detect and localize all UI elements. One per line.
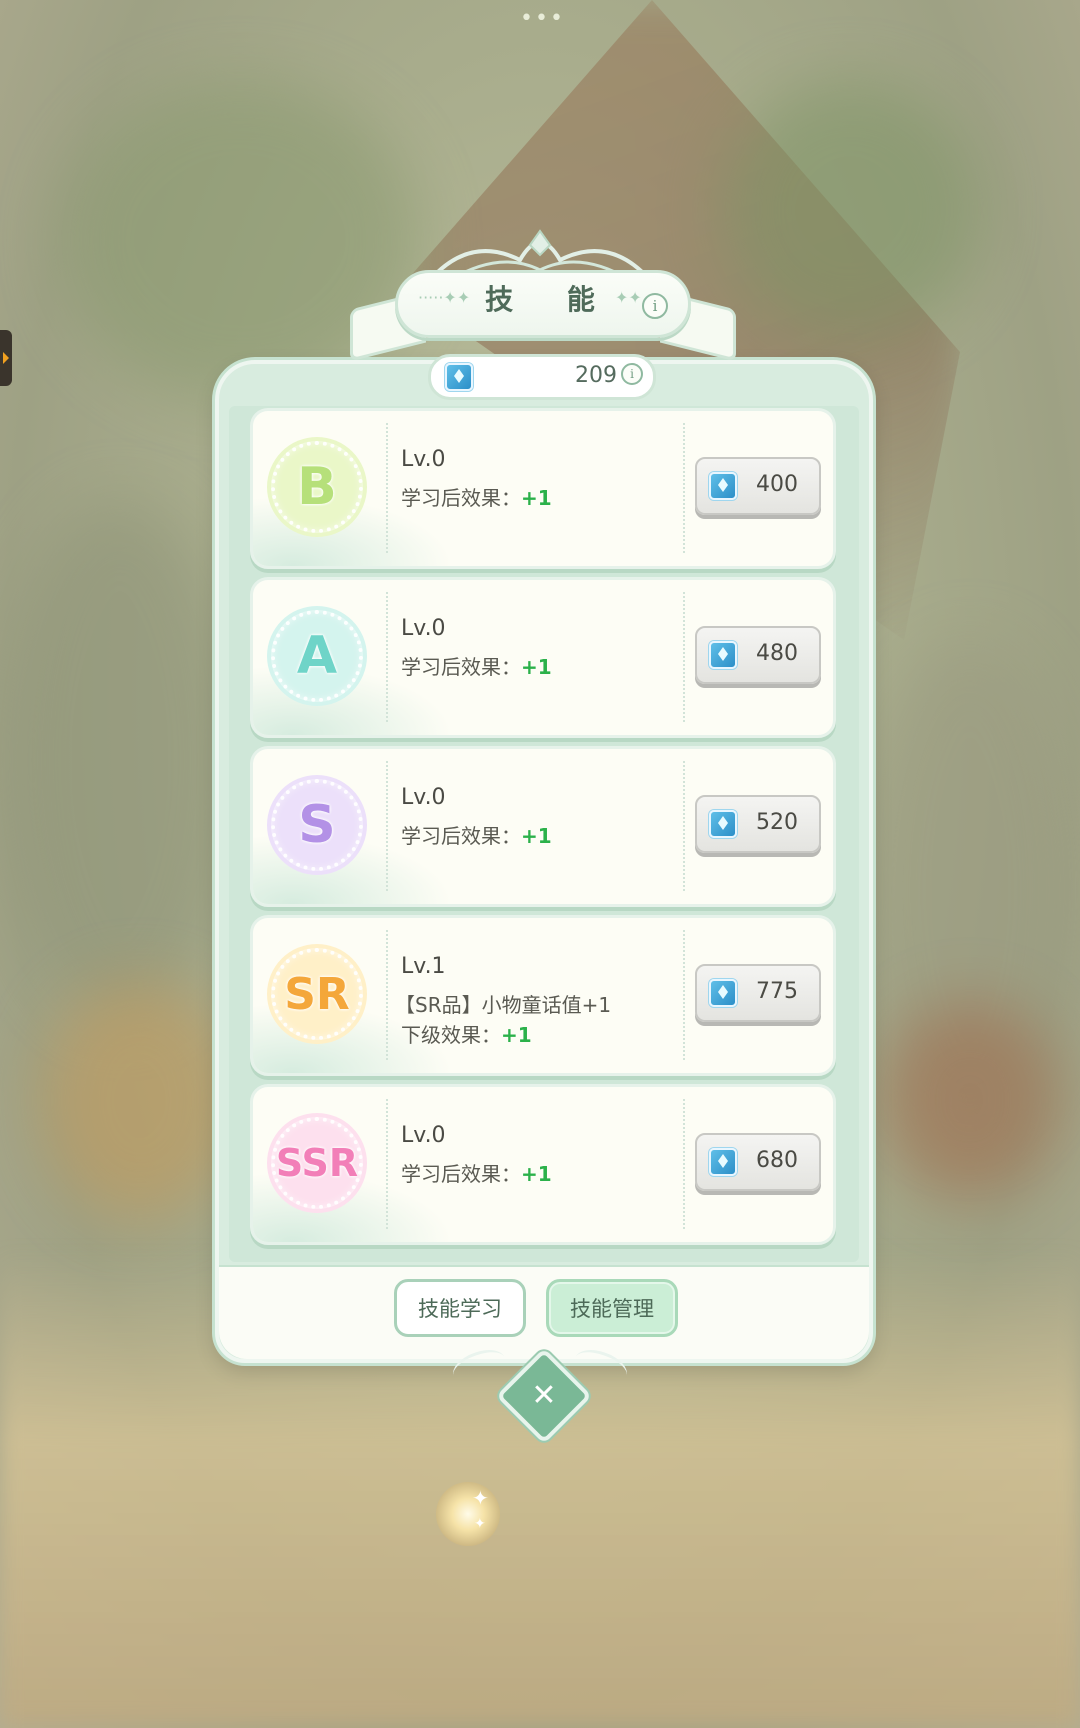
skill-level: Lv.0 [401, 616, 446, 641]
currency-amount: 209 [575, 363, 617, 388]
skill-effect-label: 下级效果： [401, 1023, 501, 1047]
skill-manage-button[interactable]: 技能管理 [546, 1279, 678, 1337]
close-icon[interactable]: ✕ [510, 1366, 578, 1426]
grade-label: SSR [275, 1141, 359, 1185]
grade-badge: S [271, 779, 363, 871]
sparkle-orb-icon[interactable]: ✦ ✦ [436, 1482, 500, 1546]
card-divider [386, 930, 388, 1060]
skill-price: 400 [756, 472, 798, 497]
skill-price: 480 [756, 641, 798, 666]
grade-label: S [298, 795, 336, 855]
grade-label: SR [284, 968, 350, 1020]
side-expand-tab[interactable] [0, 330, 12, 386]
skill-effect-label: 学习后效果： [401, 824, 521, 848]
learn-skill-button[interactable]: 400 [695, 457, 821, 515]
skill-price: 520 [756, 810, 798, 835]
skill-level: Lv.0 [401, 785, 446, 810]
gem-icon [709, 810, 737, 838]
currency-info-icon[interactable]: i [621, 363, 643, 385]
skill-effect-label: 学习后效果： [401, 1162, 521, 1186]
card-divider [386, 1099, 388, 1229]
gem-icon [709, 1148, 737, 1176]
currency-display: 209 i [428, 354, 656, 400]
more-options-icon[interactable]: ••• [520, 6, 563, 31]
skill-effect-value: +1 [521, 655, 552, 679]
card-divider [683, 1099, 685, 1229]
skill-price: 775 [756, 979, 798, 1004]
dialog-title: 技 能 [485, 283, 617, 316]
skill-effect: 【SR品】小物童话值+1 下级效果：+1 [395, 990, 611, 1050]
skill-effect-value: +1 [521, 486, 552, 510]
grade-badge: B [271, 441, 363, 533]
skill-effect: 学习后效果：+1 [401, 483, 552, 513]
grade-badge: SR [271, 948, 363, 1040]
gem-icon [709, 979, 737, 1007]
grade-label: A [296, 626, 338, 686]
skill-effect-desc: 【SR品】小物童话值+1 [395, 993, 612, 1017]
skill-card-a: A Lv.0 学习后效果：+1 480 [250, 577, 836, 738]
grade-badge: A [271, 610, 363, 702]
card-divider [683, 761, 685, 891]
skill-effect: 学习后效果：+1 [401, 652, 552, 682]
grade-badge: SSR [271, 1117, 363, 1209]
card-divider [683, 930, 685, 1060]
grade-label: B [297, 457, 337, 517]
skill-effect-value: +1 [521, 824, 552, 848]
skill-level: Lv.0 [401, 447, 446, 472]
gem-icon [709, 641, 737, 669]
skill-effect-label: 学习后效果： [401, 486, 521, 510]
skill-learn-button[interactable]: 技能学习 [394, 1279, 526, 1337]
learn-skill-button[interactable]: 480 [695, 626, 821, 684]
dialog-footer [219, 1265, 869, 1359]
skill-level: Lv.0 [401, 1123, 446, 1148]
skill-effect-label: 学习后效果： [401, 655, 521, 679]
title-info-icon[interactable]: i [642, 293, 668, 319]
skill-card-sr: SR Lv.1 【SR品】小物童话值+1 下级效果：+1 775 [250, 915, 836, 1076]
learn-skill-button[interactable]: 775 [695, 964, 821, 1022]
learn-skill-button[interactable]: 680 [695, 1133, 821, 1191]
skill-card-ssr: SSR Lv.0 学习后效果：+1 680 [250, 1084, 836, 1245]
card-divider [683, 592, 685, 722]
skill-effect-value: +1 [501, 1023, 532, 1047]
card-divider [386, 423, 388, 553]
skill-level: Lv.1 [401, 954, 446, 979]
skill-effect: 学习后效果：+1 [401, 821, 552, 851]
learn-skill-button[interactable]: 520 [695, 795, 821, 853]
skill-effect-value: +1 [521, 1162, 552, 1186]
gem-icon [709, 472, 737, 500]
skill-card-s: S Lv.0 学习后效果：+1 520 [250, 746, 836, 907]
card-divider [386, 592, 388, 722]
gem-icon [445, 363, 473, 391]
skill-card-b: B Lv.0 学习后效果：+1 400 [250, 408, 836, 569]
skill-price: 680 [756, 1148, 798, 1173]
skill-effect: 学习后效果：+1 [401, 1159, 552, 1189]
card-divider [386, 761, 388, 891]
card-divider [683, 423, 685, 553]
